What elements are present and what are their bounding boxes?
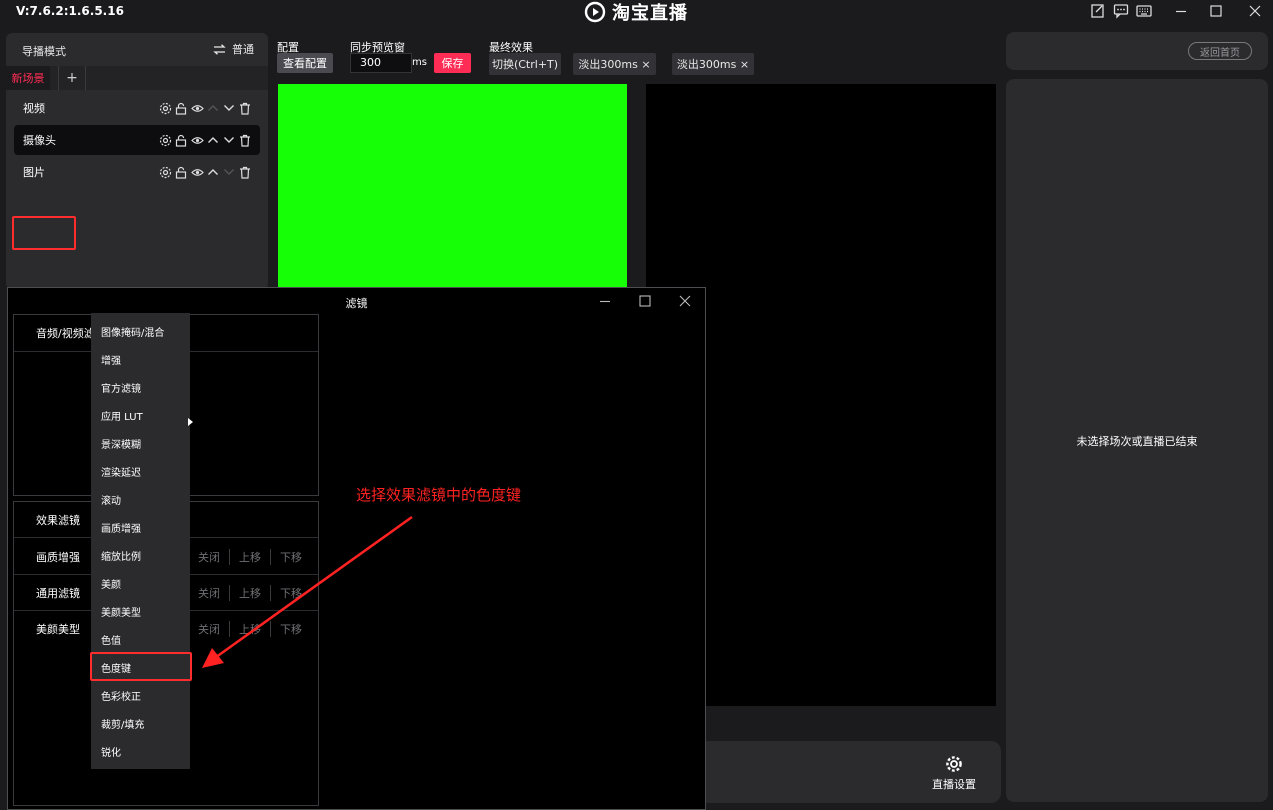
menu-item-enhance[interactable]: 增强	[91, 345, 190, 373]
maximize-icon[interactable]	[1208, 3, 1224, 19]
close-icon[interactable]	[1247, 3, 1263, 19]
app-logo: 淘宝直播	[584, 0, 688, 24]
lock-icon[interactable]	[174, 101, 188, 115]
keyboard-icon[interactable]	[1136, 3, 1152, 19]
version-label: V:7.6.2:1.6.5.16	[16, 4, 124, 18]
settings-icon[interactable]	[158, 101, 172, 115]
add-scene-button[interactable]: +	[58, 66, 86, 90]
move-down-button[interactable]: 下移	[271, 549, 311, 565]
close-filter-button[interactable]: 关闭	[189, 621, 230, 637]
source-label: 图片	[23, 166, 45, 179]
menu-item-apply-lut[interactable]: 应用 LUT	[91, 401, 190, 429]
move-down-icon[interactable]	[222, 101, 236, 115]
menu-item-image-mask[interactable]: 图像掩码/混合	[91, 317, 190, 345]
source-label: 视频	[23, 102, 45, 115]
move-up-icon[interactable]	[206, 133, 220, 147]
minimize-icon[interactable]	[1173, 3, 1189, 19]
swap-icon	[213, 43, 226, 55]
close-icon[interactable]	[678, 294, 692, 308]
move-up-icon[interactable]	[206, 165, 220, 179]
move-up-button[interactable]: 上移	[230, 621, 271, 637]
settings-icon[interactable]	[158, 133, 172, 147]
category-label: 画质增强	[36, 550, 80, 564]
live-settings-label: 直播设置	[932, 778, 976, 791]
effect-filter-highlight	[12, 216, 76, 250]
menu-item-scroll[interactable]: 滚动	[91, 485, 190, 513]
move-up-icon[interactable]	[206, 101, 220, 115]
move-up-button[interactable]: 上移	[230, 584, 271, 601]
switch-effect-chip[interactable]: 切换(Ctrl+T)	[489, 53, 561, 75]
eye-icon[interactable]	[190, 133, 204, 147]
fade-out-chip[interactable]: 淡出300ms ×	[573, 53, 656, 75]
menu-item-official-filter[interactable]: 官方滤镜	[91, 373, 190, 401]
maximize-icon[interactable]	[638, 294, 652, 308]
category-label: 美颜美型	[36, 623, 80, 636]
live-settings-button[interactable]: 直播设置	[932, 755, 976, 792]
menu-item-color-value[interactable]: 色值	[91, 625, 190, 653]
eye-icon[interactable]	[190, 165, 204, 179]
preview-canvas[interactable]	[278, 84, 627, 288]
menu-item-render-delay[interactable]: 渲染延迟	[91, 457, 190, 485]
delete-icon[interactable]	[238, 133, 252, 147]
eye-icon[interactable]	[190, 101, 204, 115]
empty-session-message: 未选择场次或直播已结束	[1076, 435, 1198, 448]
delete-icon[interactable]	[238, 101, 252, 115]
gear-icon	[945, 755, 963, 773]
lock-icon[interactable]	[174, 165, 188, 179]
preview-delay-input[interactable]: 300	[350, 53, 412, 73]
chroma-key-highlight	[90, 652, 192, 681]
source-label: 摄像头	[23, 134, 56, 147]
menu-item-scale[interactable]: 缩放比例	[91, 541, 190, 569]
menu-item-crop-pad[interactable]: 裁剪/填充	[91, 709, 190, 737]
close-filter-button[interactable]: 关闭	[189, 584, 230, 601]
mode-switch-button[interactable]: 普通	[213, 41, 254, 57]
ms-unit-label: ms	[412, 57, 427, 68]
close-filter-button[interactable]: 关闭	[189, 548, 230, 565]
source-item-image[interactable]: 图片	[14, 157, 260, 187]
menu-item-sharpen[interactable]: 锐化	[91, 737, 190, 765]
move-up-button[interactable]: 上移	[230, 548, 271, 565]
delete-icon[interactable]	[238, 165, 252, 179]
mode-label: 导播模式	[22, 45, 66, 58]
return-home-button[interactable]: 返回首页	[1188, 42, 1252, 60]
session-panel: 未选择场次或直播已结束	[1006, 79, 1268, 802]
right-panel-header: 返回首页	[1006, 32, 1268, 70]
scene-tabs: 新场景 +	[6, 66, 268, 90]
move-down-icon[interactable]	[222, 133, 236, 147]
submenu-arrow-icon	[188, 418, 193, 426]
source-item-video[interactable]: 视频	[14, 93, 260, 123]
view-config-button[interactable]: 查看配置	[277, 53, 333, 73]
move-down-icon[interactable]	[222, 165, 236, 179]
tab-new-scene[interactable]: 新场景	[6, 66, 50, 90]
menu-item-color-correction[interactable]: 色彩校正	[91, 681, 190, 709]
source-item-camera[interactable]: 摄像头	[14, 125, 260, 155]
fade-out-chip[interactable]: 淡出300ms ×	[672, 53, 754, 75]
category-label: 通用滤镜	[36, 586, 80, 600]
annotation-text: 选择效果滤镜中的色度键	[356, 486, 522, 504]
bottom-toolbar: 直播设置	[706, 741, 1001, 803]
menu-item-beauty[interactable]: 美颜	[91, 569, 190, 597]
menu-item-depth-blur[interactable]: 景深模糊	[91, 429, 190, 457]
menu-item-quality-enhance[interactable]: 画质增强	[91, 513, 190, 541]
menu-item-beauty-shape[interactable]: 美颜美型	[91, 597, 190, 625]
save-button[interactable]: 保存	[434, 53, 471, 73]
minimize-icon[interactable]	[598, 294, 612, 308]
play-logo-icon	[584, 1, 606, 23]
lock-icon[interactable]	[174, 133, 188, 147]
dialog-titlebar: 滤镜	[8, 288, 705, 313]
settings-icon[interactable]	[158, 165, 172, 179]
app-name: 淘宝直播	[612, 3, 688, 24]
mode-switch-label: 普通	[232, 43, 254, 56]
chat-icon[interactable]	[1113, 3, 1129, 19]
scene-panel: 导播模式 普通 新场景 + 视频 摄像头 图片	[6, 33, 268, 289]
edit-note-icon[interactable]	[1090, 3, 1106, 19]
filter-context-menu: 图像掩码/混合 增强 官方滤镜 应用 LUT 景深模糊 渲染延迟 滚动 画质增强…	[91, 313, 190, 769]
category-label: 效果滤镜	[36, 513, 80, 527]
move-down-button[interactable]: 下移	[271, 621, 311, 637]
move-down-button[interactable]: 下移	[271, 585, 311, 601]
